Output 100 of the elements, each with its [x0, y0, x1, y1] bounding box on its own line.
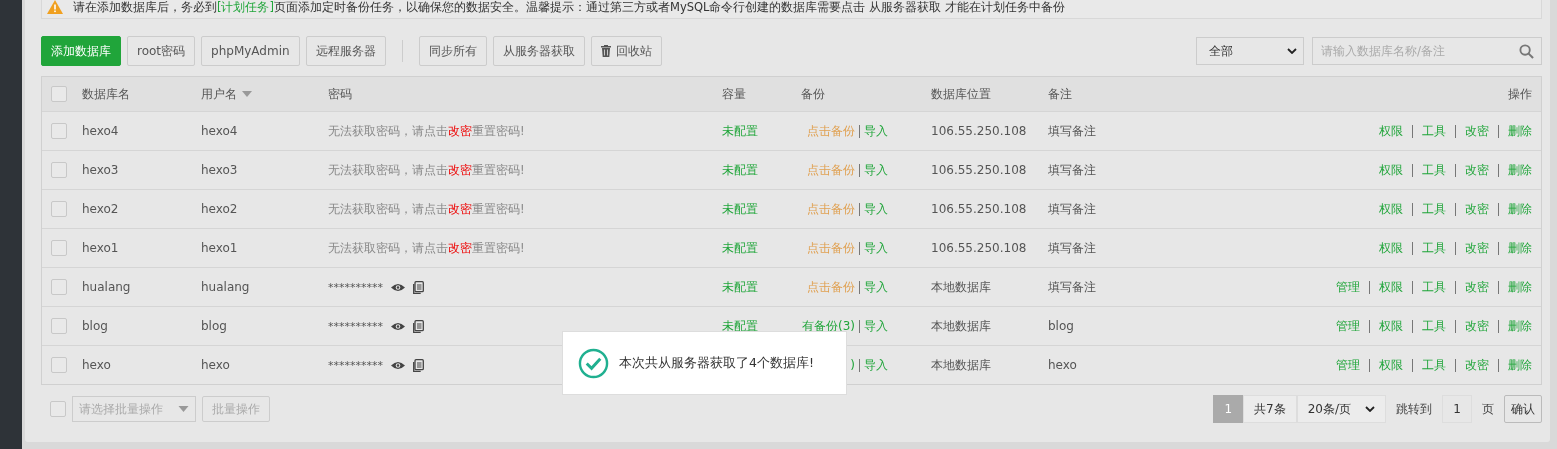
note-text[interactable]: 填写备注 — [1048, 122, 1379, 140]
change-password-link[interactable]: 改密 — [448, 123, 472, 138]
database-location: 106.55.250.108 — [931, 124, 1028, 138]
column-header[interactable]: 用户名 — [201, 85, 237, 103]
database-name: hexo4 — [82, 124, 120, 138]
database-location: 106.55.250.108 — [931, 241, 1028, 255]
change-password-link[interactable]: 改密 — [448, 240, 472, 255]
eye-icon[interactable] — [391, 360, 405, 370]
action-link[interactable]: 删除 — [1508, 356, 1532, 374]
import-link[interactable]: 导入 — [864, 122, 888, 140]
import-link[interactable]: 导入 — [864, 161, 888, 179]
scheduled-task-link[interactable]: [计划任务] — [217, 0, 274, 14]
database-location: 本地数据库 — [931, 356, 992, 374]
backup-link[interactable]: 点击备份 — [807, 279, 855, 294]
action-link[interactable]: 删除 — [1508, 161, 1532, 179]
note-text[interactable]: hexo — [1048, 358, 1336, 372]
action-link[interactable]: 删除 — [1508, 317, 1532, 335]
capacity-status: 未配置 — [722, 279, 758, 294]
eye-icon[interactable] — [391, 321, 405, 331]
toolbar-button[interactable]: root密码 — [127, 36, 196, 66]
eye-icon[interactable] — [391, 282, 405, 292]
import-link[interactable]: 导入 — [864, 278, 888, 296]
row-checkbox[interactable] — [51, 201, 67, 217]
toolbar-button[interactable]: 回收站 — [590, 36, 662, 66]
note-text[interactable]: 填写备注 — [1048, 239, 1379, 257]
action-link[interactable]: 权限 — [1379, 161, 1403, 179]
action-link[interactable]: 删除 — [1508, 200, 1532, 218]
database-location: 106.55.250.108 — [931, 163, 1028, 177]
username: hexo3 — [201, 163, 239, 177]
backup-link[interactable]: ) — [850, 358, 855, 372]
sort-down-icon[interactable] — [242, 91, 252, 97]
action-link[interactable]: 工具 — [1422, 317, 1446, 335]
action-link[interactable]: 改密 — [1465, 200, 1489, 218]
toolbar-button[interactable]: 同步所有 — [418, 36, 487, 66]
page-input[interactable]: 1 — [1442, 395, 1472, 423]
confirm-button[interactable]: 确认 — [1504, 395, 1542, 423]
column-header: 备份 — [801, 85, 825, 103]
action-link[interactable]: 改密 — [1465, 278, 1489, 296]
action-link[interactable]: 改密 — [1465, 122, 1489, 140]
action-link[interactable]: 权限 — [1379, 122, 1403, 140]
batch-checkbox[interactable] — [50, 401, 66, 417]
backup-link[interactable]: 有备份(3) — [802, 318, 855, 333]
action-link[interactable]: 工具 — [1422, 122, 1446, 140]
backup-link[interactable]: 点击备份 — [807, 201, 855, 216]
database-location: 本地数据库 — [931, 317, 992, 335]
action-link[interactable]: 删除 — [1508, 278, 1532, 296]
backup-link[interactable]: 点击备份 — [807, 240, 855, 255]
action-link[interactable]: 管理 — [1336, 278, 1360, 296]
toolbar-button[interactable]: 从服务器获取 — [492, 36, 585, 66]
copy-icon[interactable] — [413, 280, 424, 294]
row-checkbox[interactable] — [51, 279, 67, 295]
action-link[interactable]: 改密 — [1465, 356, 1489, 374]
database-location: 106.55.250.108 — [931, 202, 1028, 216]
action-link[interactable]: 权限 — [1379, 200, 1403, 218]
change-password-link[interactable]: 改密 — [448, 201, 472, 216]
action-link[interactable]: 工具 — [1422, 239, 1446, 257]
row-checkbox[interactable] — [51, 357, 67, 373]
action-link[interactable]: 权限 — [1379, 317, 1403, 335]
password-hint: 无法获取密码，请点击改密重置密码! — [328, 240, 525, 256]
import-link[interactable]: 导入 — [864, 356, 888, 374]
select-all-checkbox[interactable] — [51, 86, 67, 102]
per-page-dropdown[interactable]: 20条/页 — [1296, 395, 1386, 423]
action-link[interactable]: 权限 — [1379, 239, 1403, 257]
action-link[interactable]: 工具 — [1422, 356, 1446, 374]
copy-icon[interactable] — [413, 358, 424, 372]
filter-dropdown[interactable]: 全部 — [1196, 37, 1304, 65]
row-checkbox[interactable] — [51, 240, 67, 256]
action-link[interactable]: 工具 — [1422, 161, 1446, 179]
copy-icon[interactable] — [413, 319, 424, 333]
backup-link[interactable]: 点击备份 — [807, 162, 855, 177]
import-link[interactable]: 导入 — [864, 200, 888, 218]
row-checkbox[interactable] — [51, 162, 67, 178]
note-text[interactable]: 填写备注 — [1048, 200, 1379, 218]
action-link[interactable]: 改密 — [1465, 317, 1489, 335]
action-link[interactable]: 工具 — [1422, 200, 1446, 218]
action-link[interactable]: 权限 — [1379, 356, 1403, 374]
row-checkbox[interactable] — [51, 318, 67, 334]
action-link[interactable]: 改密 — [1465, 239, 1489, 257]
column-header: 操作 — [1508, 85, 1532, 103]
page-number[interactable]: 1 — [1213, 395, 1244, 423]
action-link[interactable]: 删除 — [1508, 239, 1532, 257]
import-link[interactable]: 导入 — [864, 317, 888, 335]
action-link[interactable]: 权限 — [1379, 278, 1403, 296]
action-link[interactable]: 管理 — [1336, 356, 1360, 374]
action-link[interactable]: 管理 — [1336, 317, 1360, 335]
action-link[interactable]: 改密 — [1465, 161, 1489, 179]
action-link[interactable]: 工具 — [1422, 278, 1446, 296]
change-password-link[interactable]: 改密 — [448, 162, 472, 177]
note-text[interactable]: 填写备注 — [1048, 278, 1336, 296]
backup-link[interactable]: 点击备份 — [807, 123, 855, 138]
toolbar-button[interactable]: 远程服务器 — [305, 36, 386, 66]
notice-text: 请在添加数据库后，务必到[计划任务]页面添加定时备份任务，以确保您的数据安全。温馨提示：通过第三方或者MySQL命令行创建的数据库需要点击 从服务器获取 才能在计划任务中备份 — [73, 0, 1065, 15]
toolbar-button[interactable]: phpMyAdmin — [201, 36, 300, 66]
toolbar-button[interactable]: 添加数据库 — [41, 36, 121, 66]
row-checkbox[interactable] — [51, 123, 67, 139]
success-check-icon — [578, 347, 609, 379]
note-text[interactable]: 填写备注 — [1048, 161, 1379, 179]
action-link[interactable]: 删除 — [1508, 122, 1532, 140]
import-link[interactable]: 导入 — [864, 239, 888, 257]
note-text[interactable]: blog — [1048, 319, 1336, 333]
